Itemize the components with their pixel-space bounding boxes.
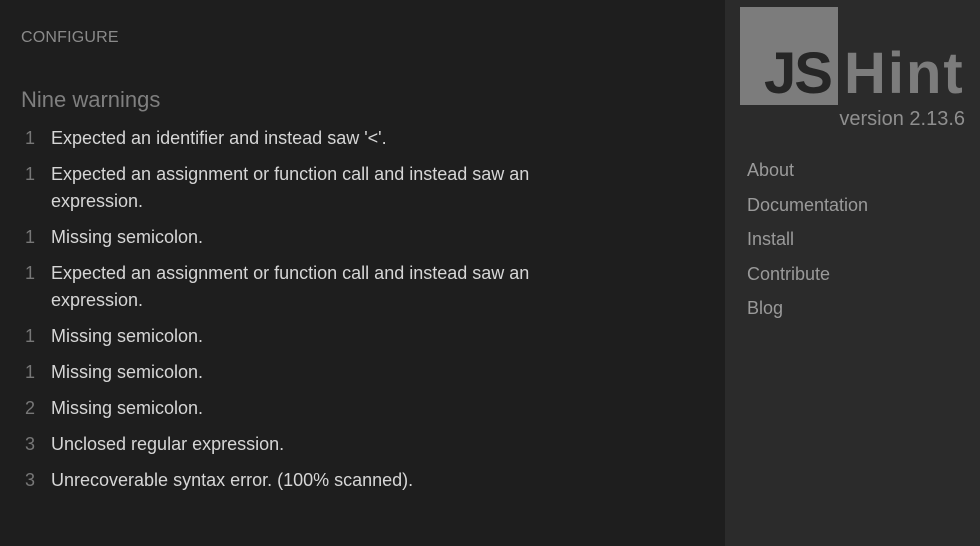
warning-line-number: 2 bbox=[25, 398, 36, 418]
jshint-logo[interactable]: JS Hint bbox=[740, 7, 965, 107]
warning-message: Missing semicolon. bbox=[51, 326, 204, 346]
warning-item[interactable]: 1 Missing semicolon. bbox=[18, 359, 538, 386]
warning-line-number: 1 bbox=[25, 227, 36, 247]
warning-line-number: 1 bbox=[25, 128, 36, 148]
version-label: version 2.13.6 bbox=[839, 108, 965, 130]
nav-item-documentation[interactable]: Documentation bbox=[747, 193, 868, 217]
warning-message: Missing semicolon. bbox=[51, 362, 204, 382]
warning-item[interactable]: 1 Expected an assignment or function cal… bbox=[18, 260, 538, 314]
warning-message: Expected an identifier and instead saw '… bbox=[51, 128, 387, 148]
warning-item[interactable]: 3 Unrecoverable syntax error. (100% scan… bbox=[18, 467, 538, 494]
warnings-title: Nine warnings bbox=[21, 87, 161, 112]
configure-link[interactable]: CONFIGURE bbox=[21, 29, 119, 47]
sidebar-nav: About Documentation Install Contribute B… bbox=[747, 158, 868, 331]
warning-line-number: 1 bbox=[25, 263, 36, 283]
main-panel: CONFIGURE Nine warnings 1 Expected an id… bbox=[0, 0, 725, 546]
warning-line-number: 3 bbox=[25, 470, 36, 490]
warning-message: Expected an assignment or function call … bbox=[51, 263, 530, 310]
warning-message: Missing semicolon. bbox=[51, 227, 204, 247]
warning-message: Expected an assignment or function call … bbox=[51, 164, 530, 211]
warning-item[interactable]: 1 Expected an identifier and instead saw… bbox=[18, 125, 538, 152]
logo-js-text: JS bbox=[764, 41, 833, 106]
warning-line-number: 1 bbox=[25, 326, 36, 346]
nav-item-contribute[interactable]: Contribute bbox=[747, 262, 868, 286]
warning-line-number: 3 bbox=[25, 434, 36, 454]
warning-line-number: 1 bbox=[25, 164, 36, 184]
warning-message: Unrecoverable syntax error. (100% scanne… bbox=[51, 470, 414, 490]
logo-js-block: JS bbox=[740, 7, 838, 105]
nav-item-about[interactable]: About bbox=[747, 158, 868, 182]
nav-item-blog[interactable]: Blog bbox=[747, 296, 868, 320]
warning-item[interactable]: 1 Missing semicolon. bbox=[18, 224, 538, 251]
warning-item[interactable]: 1 Expected an assignment or function cal… bbox=[18, 161, 538, 215]
warnings-list: 1 Expected an identifier and instead saw… bbox=[18, 125, 538, 503]
warning-item[interactable]: 2 Missing semicolon. bbox=[18, 395, 538, 422]
warning-message: Unclosed regular expression. bbox=[51, 434, 285, 454]
warning-message: Missing semicolon. bbox=[51, 398, 204, 418]
warning-item[interactable]: 1 Missing semicolon. bbox=[18, 323, 538, 350]
warning-item[interactable]: 3 Unclosed regular expression. bbox=[18, 431, 538, 458]
warning-line-number: 1 bbox=[25, 362, 36, 382]
nav-item-install[interactable]: Install bbox=[747, 227, 868, 251]
sidebar: JS Hint version 2.13.6 About Documentati… bbox=[725, 0, 980, 546]
logo-hint-text: Hint bbox=[844, 41, 965, 106]
